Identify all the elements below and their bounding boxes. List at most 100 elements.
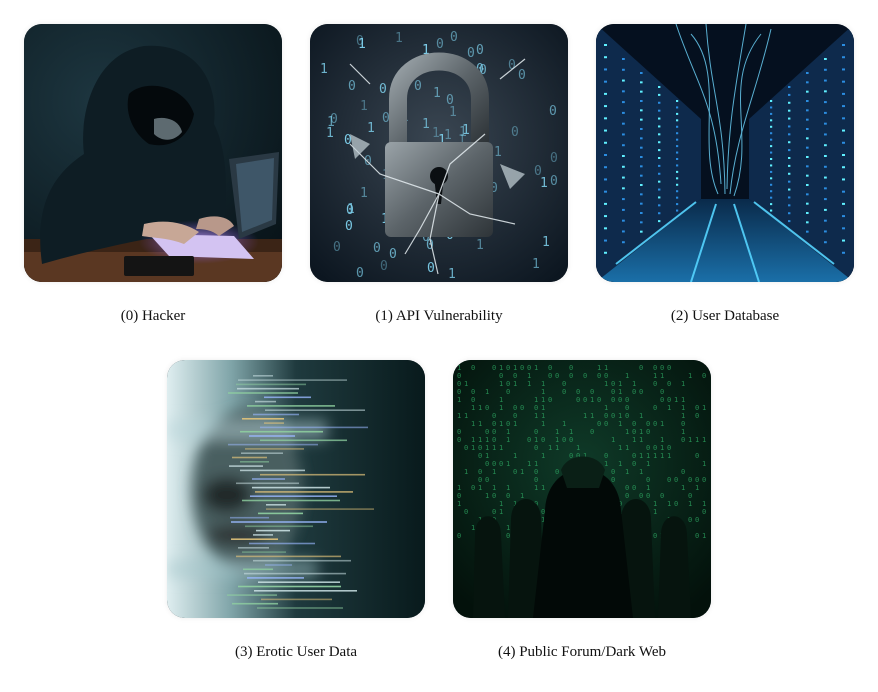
matrix-digit: 1 (604, 460, 608, 468)
matrix-digit: 0 (625, 412, 629, 420)
binary-digit: 0 (382, 111, 390, 126)
server-led (842, 117, 845, 120)
matrix-digit: 0 (492, 428, 496, 436)
server-led (824, 144, 827, 147)
server-led (806, 174, 809, 177)
server-room-image (596, 24, 854, 282)
server-led (640, 137, 643, 140)
matrix-digit: 0 (506, 388, 510, 396)
code-line (245, 448, 304, 450)
server-led (770, 177, 773, 180)
server-led (842, 129, 845, 132)
matrix-digit: 0 (499, 372, 503, 380)
code-line (255, 491, 353, 493)
matrix-digit: 0 (506, 532, 510, 540)
matrix-digit: 0 (702, 476, 706, 484)
server-led (658, 220, 661, 223)
server-led (622, 133, 625, 136)
server-led (770, 170, 773, 173)
matrix-digit: 0 (478, 452, 482, 460)
matrix-digit: 1 (625, 468, 629, 476)
server-led (806, 156, 809, 158)
matrix-digit: 0 (513, 404, 517, 412)
server-led (604, 105, 607, 108)
server-led (770, 190, 773, 193)
binary-digit: 0 (345, 219, 353, 234)
matrix-digit: 0 (667, 380, 671, 388)
matrix-digit: 1 (499, 364, 503, 372)
server-led (788, 109, 791, 112)
server-led (658, 204, 661, 207)
matrix-digit: 1 (471, 420, 475, 428)
server-led (770, 151, 773, 154)
matrix-digit: 0 (695, 452, 699, 460)
server-led (676, 119, 679, 122)
server-led (824, 198, 827, 201)
server-led (658, 117, 661, 120)
matrix-digit: 0 (625, 492, 629, 500)
matrix-digit: 1 (618, 380, 622, 388)
matrix-digit: 0 (492, 364, 496, 372)
matrix-digit: 0 (562, 436, 566, 444)
code-line (242, 499, 340, 502)
server-led (806, 202, 809, 205)
binary-digit: 0 (446, 93, 454, 108)
matrix-digit: 1 (660, 444, 664, 452)
server-led (640, 212, 643, 214)
server-led (842, 56, 845, 59)
binary-digit: 1 (540, 176, 548, 191)
binary-digit: 0 (467, 46, 475, 61)
server-led (770, 145, 773, 148)
matrix-digit: 1 (625, 444, 629, 452)
panel-hacker (24, 24, 282, 282)
code-line (241, 452, 283, 454)
matrix-digit: 0 (695, 476, 699, 484)
matrix-digit: 0 (576, 388, 580, 396)
server-led (824, 176, 827, 179)
matrix-digit: 0 (534, 404, 538, 412)
matrix-digit: 0 (478, 444, 482, 452)
binary-digit: 0 (550, 151, 558, 166)
code-line (250, 495, 337, 497)
server-led (806, 128, 809, 130)
caption-erotic-user-data: (3) Erotic User Data (234, 644, 358, 660)
matrix-digit: 1 (688, 372, 692, 380)
server-led (842, 215, 845, 218)
server-led (824, 101, 827, 104)
server-led (824, 241, 827, 244)
matrix-digit: 1 (681, 396, 685, 404)
server-led (640, 202, 643, 205)
server-led (622, 68, 625, 71)
matrix-digit: 1 (653, 452, 657, 460)
server-led (842, 227, 845, 230)
matrix-digit: 0 (653, 404, 657, 412)
server-led (824, 79, 827, 82)
matrix-digit: 1 (660, 420, 664, 428)
matrix-digit: 1 (646, 452, 650, 460)
matrix-digit: 0 (590, 428, 594, 436)
server-led (604, 251, 607, 254)
matrix-digit: 1 (660, 436, 664, 444)
matrix-digit: 1 (660, 452, 664, 460)
matrix-digit: 1 (541, 396, 545, 404)
matrix-digit: 0 (597, 372, 601, 380)
matrix-digit: 1 (457, 364, 461, 372)
matrix-digit: 0 (464, 444, 468, 452)
server-led (604, 129, 607, 132)
server-led (806, 184, 809, 186)
server-led (842, 80, 845, 83)
server-led (604, 154, 607, 156)
server-led (640, 221, 643, 224)
matrix-digit: 1 (555, 436, 559, 444)
matrix-digit: 1 (457, 412, 461, 420)
matrix-digit: 1 (618, 388, 622, 396)
matrix-digit: 0 (646, 428, 650, 436)
server-led (622, 122, 625, 125)
matrix-digit: 1 (604, 380, 608, 388)
matrix-digit: 0 (513, 412, 517, 420)
matrix-digit: 0 (555, 468, 559, 476)
server-led (658, 157, 661, 159)
matrix-digit: 0 (695, 412, 699, 420)
binary-digit: 0 (348, 79, 356, 94)
matrix-digit: 0 (478, 476, 482, 484)
